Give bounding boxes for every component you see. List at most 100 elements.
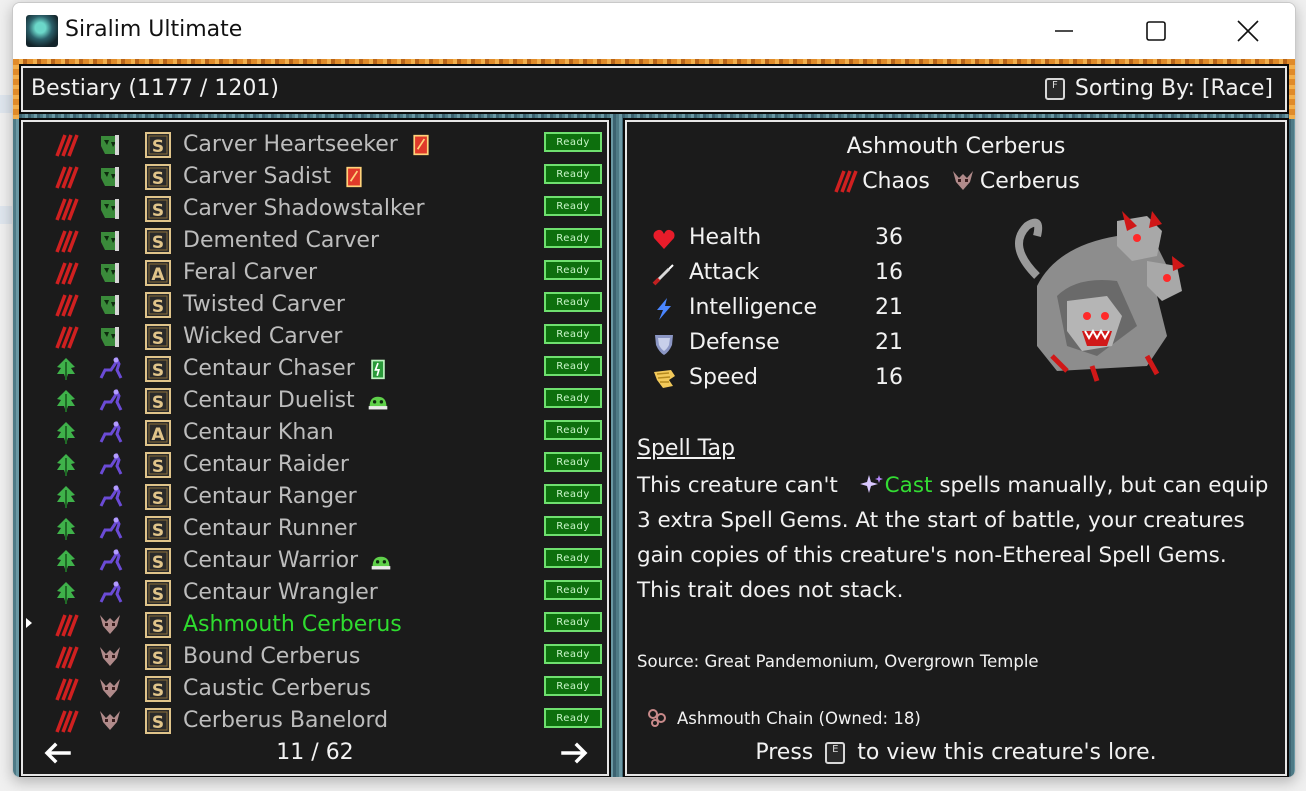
creature-name-label: Centaur Raider (183, 452, 349, 477)
list-item[interactable]: S Bound Cerberus Ready (23, 640, 607, 672)
list-item[interactable]: S Centaur Warrior Ready (23, 544, 607, 576)
svg-text:S: S (152, 169, 164, 189)
list-item[interactable]: S Carver Sadist Ready (23, 160, 607, 192)
creature-name-label: Wicked Carver (183, 324, 343, 349)
chaos-claw-icon (834, 170, 858, 193)
list-item[interactable]: S Centaur Runner Ready (23, 512, 607, 544)
e-key-icon[interactable]: E (825, 741, 846, 764)
app-window: Siralim Ultimate Bestiary (1177 / 1201) … (12, 2, 1296, 778)
card-icon (413, 134, 429, 155)
close-icon (1237, 20, 1259, 42)
carver-icon (101, 295, 119, 315)
lightning-icon (657, 298, 671, 320)
ready-badge: Ready (544, 516, 602, 536)
page-indicator: 11 / 62 (276, 740, 354, 765)
list-item[interactable]: S Carver Heartseeker Ready (23, 128, 607, 160)
list-item-name-wrap: Twisted Carver (183, 292, 345, 317)
sort-control[interactable]: F Sorting By: [Race] (1044, 76, 1273, 101)
list-item[interactable]: S Demented Carver Ready (23, 224, 607, 256)
list-item[interactable]: A Centaur Khan Ready (23, 416, 607, 448)
class-s-icon: S (145, 324, 171, 350)
creature-name-label: Carver Shadowstalker (183, 196, 425, 221)
stat-value: 21 (875, 295, 903, 320)
ready-badge: Ready (544, 388, 602, 408)
list-item[interactable]: S Centaur Duelist Ready (23, 384, 607, 416)
chaos-claw-icon (55, 326, 79, 349)
ready-badge: Ready (544, 420, 602, 440)
slime-icon (371, 556, 391, 569)
trait-text-pre: This creature can't (637, 473, 845, 498)
next-page-icon[interactable] (561, 742, 589, 764)
creature-name-label: Centaur Khan (183, 420, 334, 445)
cerberus-icon (952, 171, 973, 190)
maximize-button[interactable] (1110, 3, 1202, 59)
ready-badge: Ready (544, 356, 602, 376)
pager: 11 / 62 (23, 740, 607, 766)
ready-badge: Ready (544, 452, 602, 472)
svg-text:S: S (152, 713, 164, 733)
ready-badge: Ready (544, 196, 602, 216)
minimize-button[interactable] (1018, 3, 1110, 59)
svg-text:S: S (152, 681, 164, 701)
list-item-name-wrap: Centaur Wrangler (183, 580, 378, 605)
list-item[interactable]: S Centaur Chaser Ready (23, 352, 607, 384)
cast-keyword[interactable]: Cast (885, 473, 933, 498)
class-a-icon: A (145, 260, 171, 286)
class-s-icon: S (145, 708, 171, 734)
list-item[interactable]: A Feral Carver Ready (23, 256, 607, 288)
list-item[interactable]: S Wicked Carver Ready (23, 320, 607, 352)
centaur-icon (99, 452, 123, 475)
nature-leaf-icon (57, 518, 75, 540)
ready-badge: Ready (544, 580, 602, 600)
chaos-claw-icon (55, 198, 79, 221)
centaur-icon (99, 580, 123, 603)
chaos-claw-icon (55, 294, 79, 317)
chaos-claw-icon (55, 230, 79, 253)
wing-icon (654, 370, 675, 388)
list-item[interactable]: S Centaur Ranger Ready (23, 480, 607, 512)
cerberus-sprite (1015, 211, 1185, 382)
title-bar[interactable]: Siralim Ultimate (13, 3, 1295, 59)
list-item[interactable]: S Ashmouth Cerberus Ready (23, 608, 607, 640)
ready-badge: Ready (544, 132, 602, 152)
source-text: Source: Great Pandemonium, Overgrown Tem… (637, 652, 1039, 671)
svg-text:S: S (152, 617, 164, 637)
list-item[interactable]: S Caustic Cerberus Ready (23, 672, 607, 704)
press-label: Press (755, 740, 814, 765)
nature-leaf-icon (57, 390, 75, 412)
ready-badge: Ready (544, 164, 602, 184)
centaur-icon (99, 388, 123, 411)
creature-name-label: Centaur Runner (183, 516, 357, 541)
centaur-icon (99, 484, 123, 507)
creature-name-label: Demented Carver (183, 228, 379, 253)
carver-icon (101, 231, 119, 251)
close-button[interactable] (1202, 3, 1294, 59)
svg-text:S: S (152, 201, 164, 221)
stat-label: Intelligence (689, 295, 818, 320)
list-item[interactable]: S Centaur Wrangler Ready (23, 576, 607, 608)
creature-name-label: Centaur Wrangler (183, 580, 378, 605)
list-item-name-wrap: Centaur Chaser (183, 356, 389, 381)
stat-row: Intelligence 21 (651, 292, 911, 327)
class-s-icon: S (145, 356, 171, 382)
list-item[interactable]: S Cerberus Banelord Ready (23, 704, 607, 736)
ready-badge: Ready (544, 676, 602, 696)
list-item-name-wrap: Feral Carver (183, 260, 317, 285)
list-item[interactable]: S Centaur Raider Ready (23, 448, 607, 480)
svg-text:A: A (151, 265, 165, 285)
decor-rail (1289, 59, 1295, 119)
list-item[interactable]: S Twisted Carver Ready (23, 288, 607, 320)
class-s-icon: S (145, 580, 171, 606)
stat-label: Attack (689, 260, 760, 285)
class-s-icon: S (145, 516, 171, 542)
carver-icon (101, 167, 119, 187)
class-s-icon: S (145, 132, 171, 158)
trait-title: Spell Tap (637, 436, 735, 461)
creature-list-panel: S Carver Heartseeker Ready S Carver Sadist Re… (21, 120, 609, 776)
creature-name-label: Feral Carver (183, 260, 318, 285)
list-item-name-wrap: Centaur Duelist (183, 388, 389, 413)
chain-icon (648, 709, 666, 727)
creature-types: Chaos Cerberus (627, 168, 1285, 194)
list-item[interactable]: S Carver Shadowstalker Ready (23, 192, 607, 224)
nature-leaf-icon (57, 582, 75, 604)
